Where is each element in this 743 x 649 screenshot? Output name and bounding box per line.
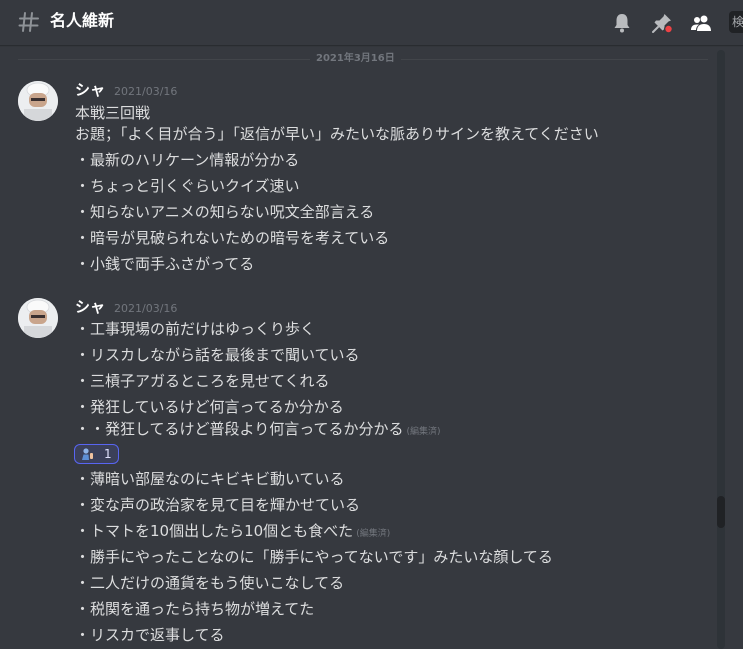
member-list-icon[interactable] — [689, 11, 713, 35]
pinned-messages-icon[interactable] — [650, 11, 674, 35]
scrollbar-track[interactable] — [717, 50, 725, 649]
message-author[interactable]: シャ — [75, 81, 105, 99]
channel-name: 名人維新 — [50, 11, 115, 30]
message-timestamp: 2021/03/16 — [114, 85, 178, 98]
search-input[interactable]: 検 — [729, 11, 743, 33]
reaction-count: 1 — [104, 447, 112, 461]
message-text-line: ・知らないアニメの知らない呪文全部言える — [75, 203, 375, 221]
message-text-line: ・リスカしながら話を最後まで聞いている — [75, 346, 360, 364]
message-text-line: お題；「よく目が合う」「返信が早い」みたいな脈ありサインを教えてください — [75, 125, 599, 143]
scrollbar-thumb[interactable] — [717, 496, 725, 528]
message-author[interactable]: シャ — [75, 298, 105, 316]
avatar[interactable] — [18, 298, 58, 338]
message-text-line: ・勝手にやったことなのに「勝手にやってないです」みたいな顔してる — [75, 548, 553, 566]
avatar[interactable] — [18, 81, 58, 121]
message-text-line: ・小銭で両手ふさがってる — [75, 255, 255, 273]
edited-label: (編集済) — [356, 529, 391, 539]
message-timestamp: 2021/03/16 — [114, 302, 178, 315]
channel-header: 名人維新 検 — [0, 0, 743, 45]
message-text-line: ・リスカで返事してる — [75, 626, 225, 644]
message-text-line: ・薄暗い部屋なのにキビキビ動いている — [75, 470, 345, 488]
message-text-line: 本戦三回戦 — [75, 104, 151, 122]
message-text-line: ・発狂しているけど何言ってるか分かる — [75, 398, 344, 416]
reaction-button[interactable]: 1 — [74, 444, 119, 464]
avatar-image — [18, 81, 58, 121]
message-text: ・・発狂してるけど普段より何言ってるか分かる — [75, 420, 404, 438]
message-text-line: ・暗号が見破られないための暗号を考えている — [75, 229, 390, 247]
message-text-line: ・変な声の政治家を見て目を輝かせている — [75, 496, 361, 514]
message-text-line: ・ちょっと引くぐらいクイズ速い — [75, 177, 300, 195]
message-text-line: ・工事現場の前だけはゆっくり歩く — [75, 320, 316, 338]
notification-bell-icon[interactable] — [610, 11, 634, 35]
message-text-line: ・税関を通ったら持ち物が増えてた — [75, 600, 315, 618]
edited-label: (編集済) — [406, 427, 441, 437]
message-text: ・トマトを10個出したら10個とも食べた — [75, 522, 354, 540]
date-divider-label: 2021年3月16日 — [310, 51, 401, 67]
message-text-line: ・三槓子アガるところを見せてくれる — [75, 372, 330, 390]
hashtag-icon — [18, 12, 39, 32]
message-text-line: ・・発狂してるけど普段より何言ってるか分かる (編集済) — [75, 419, 441, 442]
person-emoji-icon — [82, 448, 93, 460]
avatar-image — [18, 298, 58, 338]
message-text-line: ・トマトを10個出したら10個とも食べた (編集済) — [75, 521, 390, 544]
message-text-line: ・最新のハリケーン情報が分かる — [75, 151, 300, 169]
message-text-line: ・二人だけの通貨をもう使いこなしてる — [75, 574, 345, 592]
